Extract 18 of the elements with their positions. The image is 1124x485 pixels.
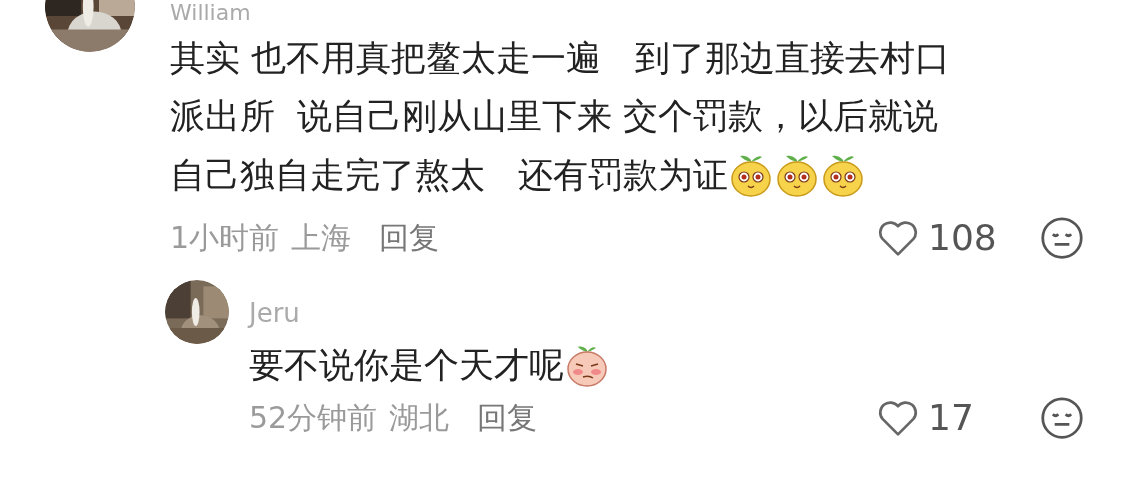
username[interactable]: Jeru [249,298,300,328]
heart-icon[interactable] [876,398,920,438]
timestamp: 52分钟前 [249,403,378,433]
location: 湖北 [389,403,450,433]
comment-text: 要不说你是个天才呢 [249,344,564,387]
reply-button[interactable]: 回复 [379,223,440,253]
neutral-face-icon[interactable] [1040,396,1084,440]
like-count: 108 [928,220,998,256]
location: 上海 [291,223,352,253]
comment-text: 其实 也不用真把鳌太走一遍 到了那边直接去村口 [170,37,950,80]
username[interactable]: William [170,0,251,26]
like-count: 17 [928,400,975,436]
neutral-face-icon[interactable] [1040,216,1084,260]
heart-icon[interactable] [876,218,920,258]
reply-button[interactable]: 回复 [477,403,538,433]
comment-text: 派出所 说自己刚从山里下来 交个罚款，以后就说 [170,95,939,138]
timestamp: 1小时前 [170,223,280,253]
comment-text: 自己独自走完了熬太 还有罚款为证 [170,154,729,197]
